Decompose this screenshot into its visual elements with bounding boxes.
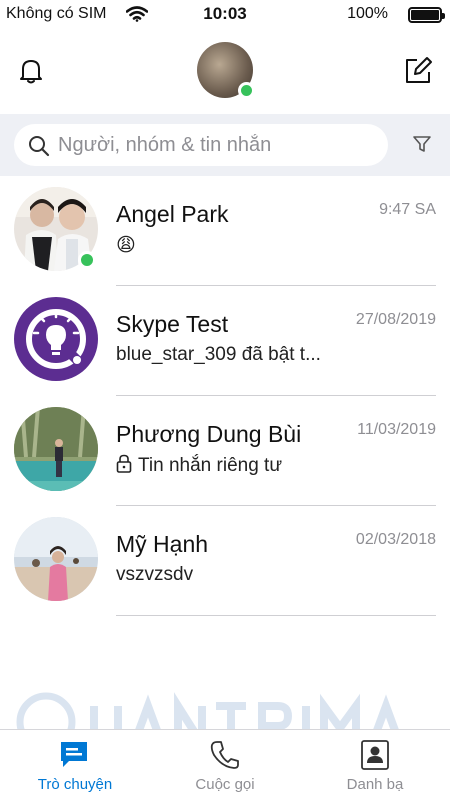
tab-bar: Trò chuyện Cuộc gọi Danh bạ [0,729,450,799]
battery-icon [408,7,445,23]
chat-preview: 😩 [116,235,136,256]
compose-icon[interactable] [402,55,434,92]
chat-preview: blue_star_309 đã bật t... [116,344,321,365]
chat-name: Skype Test [116,311,229,337]
tab-calls[interactable]: Cuộc gọi [150,730,300,799]
chat-icon [59,739,91,776]
avatar [14,517,98,601]
chat-name: Phương Dung Bùi [116,421,302,447]
battery-percent: 100% [347,5,388,22]
profile-avatar[interactable] [197,42,255,99]
header [0,30,450,114]
chat-preview: vszvzsdv [116,564,194,585]
avatar [14,187,98,271]
chat-name: Angel Park [116,201,229,227]
chat-item-my-hanh[interactable]: Mỹ Hạnh 02/03/2018 vszvzsdv [0,506,450,616]
avatar [14,297,98,381]
bell-icon[interactable] [16,56,46,91]
phone-icon [209,739,241,776]
online-status-dot [238,82,255,99]
lock-icon [116,454,132,479]
chat-list: Angel Park 9:47 SA 😩 Skype Test 27/08/20… [0,176,450,616]
lightbulb-icon [14,297,98,381]
online-status-dot [78,251,96,269]
chat-item-angel-park[interactable]: Angel Park 9:47 SA 😩 [0,176,450,286]
tab-label: Trò chuyện [37,776,113,793]
search-input[interactable] [58,130,378,160]
tab-contacts[interactable]: Danh bạ [300,730,450,799]
chat-time: 11/03/2019 [357,421,436,438]
chat-name: Mỹ Hạnh [116,531,209,557]
search-area [0,114,450,176]
chat-preview: Tin nhắn riêng tư [116,454,282,479]
chat-preview-text: Tin nhắn riêng tư [138,455,283,476]
status-bar: Không có SIM 10:03 100% [0,0,450,30]
tab-label: Cuộc gọi [195,776,255,793]
search-icon [28,135,50,162]
divider [116,615,436,616]
tab-chats[interactable]: Trò chuyện [0,730,150,799]
tab-label: Danh bạ [346,776,404,793]
avatar [14,407,98,491]
chat-item-phuong-dung-bui[interactable]: Phương Dung Bùi 11/03/2019 Tin nhắn riên… [0,396,450,506]
contacts-icon [359,739,391,776]
chat-time: 02/03/2018 [355,531,436,548]
filter-icon[interactable] [412,134,432,159]
chat-time: 27/08/2019 [355,311,436,328]
chat-time: 9:47 SA [379,201,436,218]
search-box[interactable] [14,124,388,166]
chat-item-skype-test[interactable]: Skype Test 27/08/2019 blue_star_309 đã b… [0,286,450,396]
